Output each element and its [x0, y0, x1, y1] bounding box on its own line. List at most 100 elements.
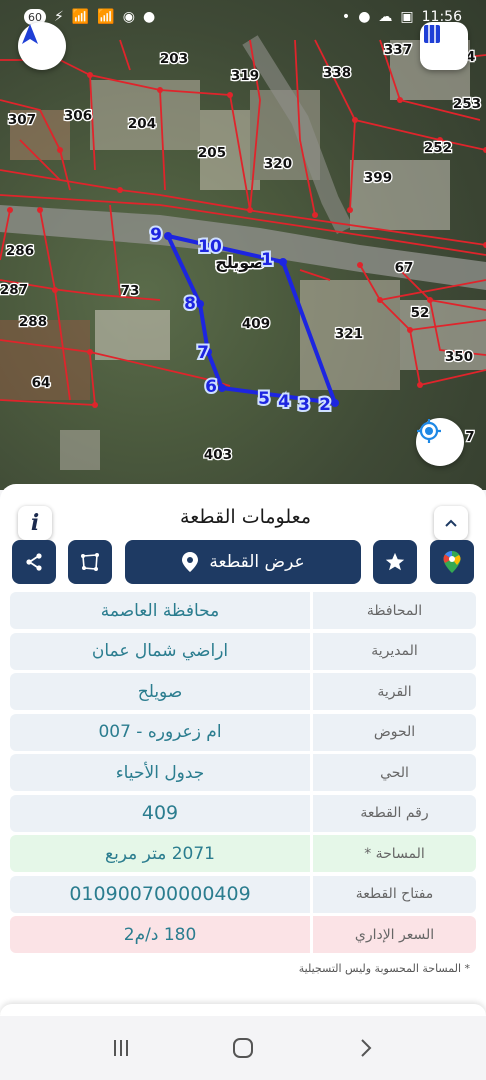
signal-icon-2: 📶	[97, 9, 115, 25]
parcel-label: 306	[64, 108, 92, 124]
row-parcel-key: 010900700000409 مفتاح القطعة	[10, 875, 476, 913]
status-bar: 60 ⚡ 📶 📶 ◉ ● • ● ☁ ▣ 11:56	[0, 0, 486, 34]
show-parcel-button[interactable]: عرض القطعة	[125, 540, 361, 584]
action-bar: عرض القطعة DALEEL AQAR	[0, 540, 486, 615]
label-governorate: المحافظة	[313, 592, 476, 629]
my-location-button[interactable]	[416, 418, 464, 466]
parcel-label: 403	[204, 447, 232, 463]
vertex-marker: 5	[258, 389, 270, 409]
star-icon	[385, 552, 405, 571]
home-icon[interactable]	[231, 1036, 255, 1060]
row-admin-price: 180 د/م2 السعر الإداري	[10, 916, 476, 953]
recent-apps-icon[interactable]	[109, 1036, 133, 1060]
parcel-label: 319	[231, 68, 259, 84]
boundary-button[interactable]	[68, 540, 112, 584]
vertex-marker: 3	[298, 395, 310, 415]
label-basin: الحوض	[313, 713, 476, 751]
image-icon: ▣	[400, 9, 414, 25]
favorite-button[interactable]	[373, 540, 417, 584]
parcel-label: 409	[242, 316, 270, 332]
parcel-label: 307	[8, 112, 36, 128]
parcel-label: 7	[465, 429, 474, 445]
sheet-title: معلومات القطعة	[180, 506, 311, 528]
area-footnote: * المساحة المحسوبة وليس التسجيلية	[298, 962, 470, 975]
back-icon[interactable]	[353, 1036, 377, 1060]
compass-button[interactable]	[18, 22, 66, 70]
value-directorate: اراضي شمال عمان	[10, 632, 310, 670]
label-neighborhood: الحي	[313, 754, 476, 791]
parcel-label: 350	[445, 349, 473, 365]
vertex-marker: 7	[197, 343, 209, 363]
parcel-label: 287	[0, 282, 28, 298]
row-directorate: اراضي شمال عمان المديرية	[10, 632, 476, 670]
parcel-label: 204	[128, 116, 156, 132]
polygon-icon	[81, 553, 99, 571]
value-governorate: محافظة العاصمة	[10, 592, 310, 629]
navigation-arrow-icon	[22, 24, 38, 44]
charging-icon: ⚡	[54, 9, 64, 25]
value-admin-price: 180 د/م2	[10, 916, 310, 953]
parcel-label: 203	[160, 51, 188, 67]
label-directorate: المديرية	[313, 632, 476, 670]
value-neighborhood: جدول الأحياء	[10, 754, 310, 791]
collapse-button[interactable]	[434, 506, 468, 540]
label-admin-price: السعر الإداري	[313, 916, 476, 953]
system-nav-bar	[0, 1016, 486, 1080]
signal-icon: 📶	[71, 9, 90, 25]
show-parcel-label: عرض القطعة	[209, 552, 305, 572]
location-pin-icon	[182, 552, 199, 572]
cloud-icon: ☁	[378, 9, 393, 25]
value-parcel-number: 409	[10, 794, 310, 832]
vertex-marker: 6	[205, 377, 217, 397]
message-icon: ●	[358, 9, 371, 25]
locate-icon	[417, 419, 441, 443]
vertex-marker: 10	[198, 237, 222, 257]
vertex-marker: 8	[184, 294, 196, 314]
row-parcel-number: 409 رقم القطعة	[10, 794, 476, 832]
share-button[interactable]	[12, 540, 56, 584]
vertex-marker: 4	[278, 392, 290, 412]
parcel-label: 321	[335, 326, 363, 342]
label-parcel-number: رقم القطعة	[313, 794, 476, 832]
label-area: المساحة *	[313, 835, 476, 872]
vertex-marker: 1	[261, 250, 273, 270]
location-icon: ●	[142, 9, 156, 25]
google-maps-button[interactable]	[430, 540, 474, 584]
parcel-label: 52	[411, 305, 430, 321]
parcel-label: 337	[384, 42, 412, 58]
parcel-label: 64	[32, 375, 51, 391]
value-basin: ام زعروره - 007	[10, 713, 310, 751]
value-parcel-key: 010900700000409	[10, 875, 310, 913]
label-parcel-key: مفتاح القطعة	[313, 875, 476, 913]
parcel-label: 320	[264, 156, 292, 172]
sheet-header: i معلومات القطعة	[0, 494, 486, 540]
row-area: 2071 متر مربع المساحة *	[10, 835, 476, 872]
parcel-label: 286	[6, 243, 34, 259]
area-name: صويلح	[215, 253, 265, 272]
wifi-icon: ◉	[122, 9, 135, 25]
info-button[interactable]: i	[18, 506, 52, 540]
map-view[interactable]: 337 34 338 319 203 253 307 306 204 205 3…	[0, 0, 486, 490]
share-icon	[26, 553, 42, 571]
row-village: صويلح القرية	[10, 673, 476, 710]
parcel-label: 73	[121, 283, 140, 299]
label-village: القرية	[313, 673, 476, 710]
value-area: 2071 متر مربع	[10, 835, 310, 872]
parcel-label: 253	[453, 96, 481, 112]
chevron-up-icon	[445, 519, 457, 527]
info-table: محافظة العاصمة المحافظة اراضي شمال عمان …	[10, 592, 476, 957]
parcel-label: 399	[364, 170, 392, 186]
google-maps-icon	[443, 551, 461, 573]
parcel-info-sheet: i معلومات القطعة عرض القطعة محافظة العاص…	[0, 484, 486, 1014]
map-layers-button[interactable]	[420, 22, 468, 70]
parcel-label: 338	[323, 65, 351, 81]
parcel-label: 205	[198, 145, 226, 161]
parcel-label: 67	[395, 260, 414, 276]
value-village: صويلح	[10, 673, 310, 710]
notification-dot-icon: •	[341, 9, 351, 25]
map-book-icon	[424, 25, 440, 43]
vertex-marker: 9	[150, 225, 162, 245]
parcel-label: 252	[424, 140, 452, 156]
row-governorate: محافظة العاصمة المحافظة	[10, 592, 476, 629]
parcel-label: 288	[19, 314, 47, 330]
